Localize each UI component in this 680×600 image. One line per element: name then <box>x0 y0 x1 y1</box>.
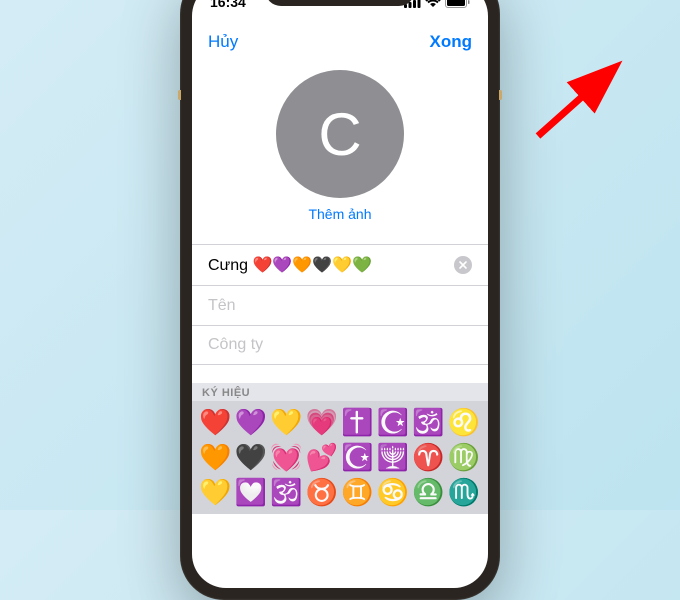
company-placeholder: Công ty <box>208 336 472 354</box>
avatar-initial: C <box>318 100 361 169</box>
emoji-key[interactable]: 🕎 <box>376 440 411 475</box>
emoji-key[interactable]: ♎ <box>411 475 446 510</box>
nav-bar: Hủy Xong <box>192 22 488 62</box>
emoji-key[interactable]: ♌ <box>447 405 482 440</box>
first-name-field[interactable]: Cưng ❤️💜🧡🖤💛💚 <box>192 244 488 285</box>
emoji-key[interactable]: 🕉️ <box>411 405 446 440</box>
add-photo-button[interactable]: Thêm ảnh <box>308 206 371 222</box>
status-icons <box>404 0 470 8</box>
company-field[interactable]: Công ty <box>192 325 488 365</box>
battery-icon <box>445 0 470 8</box>
first-name-value: Cưng ❤️💜🧡🖤💛💚 <box>208 255 454 275</box>
notch <box>265 0 415 6</box>
emoji-key[interactable]: ♊ <box>340 475 375 510</box>
screen: 16:34 Hủy Xong C Thêm ảnh <box>192 0 488 588</box>
avatar-section: C Thêm ảnh <box>192 62 488 234</box>
emoji-key[interactable]: ♋ <box>376 475 411 510</box>
contact-avatar[interactable]: C <box>276 70 404 198</box>
annotation-arrow <box>520 58 640 158</box>
contact-fields: Cưng ❤️💜🧡🖤💛💚 Tên Công ty <box>192 244 488 365</box>
last-name-placeholder: Tên <box>208 297 472 315</box>
emoji-key[interactable]: ❤️ <box>198 405 233 440</box>
emoji-key[interactable]: ♏ <box>447 475 482 510</box>
emoji-key[interactable]: ☪️ <box>376 405 411 440</box>
emoji-key[interactable]: ☪️ <box>340 440 375 475</box>
phone-frame: 16:34 Hủy Xong C Thêm ảnh <box>180 0 500 600</box>
emoji-key[interactable]: 🖤 <box>234 440 269 475</box>
emoji-key[interactable]: 🕉️ <box>269 475 304 510</box>
emoji-key[interactable]: 💕 <box>305 440 340 475</box>
emoji-key[interactable]: 🧡 <box>198 440 233 475</box>
emoji-key[interactable]: 💛 <box>198 475 233 510</box>
emoji-key[interactable]: ♉ <box>305 475 340 510</box>
cancel-button[interactable]: Hủy <box>208 32 238 52</box>
emoji-key[interactable]: 💜 <box>234 405 269 440</box>
clear-icon[interactable] <box>454 256 472 274</box>
wifi-icon <box>425 0 441 8</box>
emoji-key[interactable]: ♍ <box>447 440 482 475</box>
emoji-key[interactable]: ✝️ <box>340 405 375 440</box>
emoji-keyboard: KÝ HIỆU ❤️💜💛💗✝️☪️🕉️♌🧡🖤💓💕☪️🕎♈♍💛💟🕉️♉♊♋♎♏ <box>192 383 488 514</box>
emoji-key[interactable]: ♈ <box>411 440 446 475</box>
done-button[interactable]: Xong <box>430 32 473 52</box>
last-name-field[interactable]: Tên <box>192 285 488 325</box>
emoji-key[interactable]: 💗 <box>305 405 340 440</box>
status-time: 16:34 <box>210 0 246 10</box>
emoji-key[interactable]: 💛 <box>269 405 304 440</box>
keyboard-section-label: KÝ HIỆU <box>192 383 488 401</box>
emoji-grid: ❤️💜💛💗✝️☪️🕉️♌🧡🖤💓💕☪️🕎♈♍💛💟🕉️♉♊♋♎♏ <box>192 401 488 514</box>
emoji-key[interactable]: 💓 <box>269 440 304 475</box>
emoji-key[interactable]: 💟 <box>234 475 269 510</box>
